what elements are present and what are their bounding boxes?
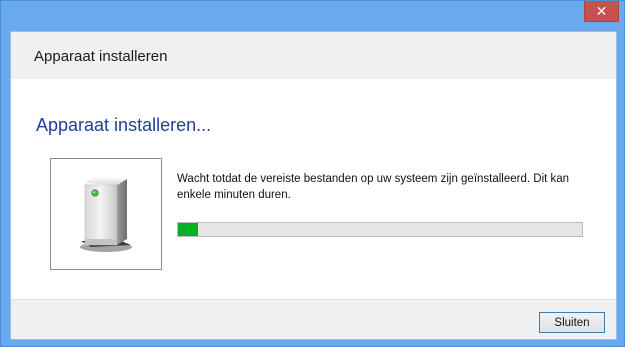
content-area: Apparaat installeren... Wacht totdat de … bbox=[10, 79, 617, 299]
close-button[interactable]: Sluiten bbox=[539, 312, 605, 333]
footer: Sluiten bbox=[10, 299, 617, 340]
device-icon bbox=[80, 177, 132, 252]
window-title: Apparaat installeren bbox=[34, 48, 168, 65]
install-progress-bar bbox=[177, 222, 583, 237]
page-heading: Apparaat installeren... bbox=[36, 115, 212, 135]
status-message: Wacht totdat de vereiste bestanden op uw… bbox=[177, 173, 570, 201]
close-icon: ✕ bbox=[595, 2, 608, 19]
installer-window: ✕ Apparaat installeren Apparaat installe… bbox=[0, 0, 625, 347]
progress-fill bbox=[178, 223, 199, 236]
device-image-frame bbox=[50, 158, 162, 270]
window-close-button[interactable]: ✕ bbox=[584, 1, 619, 22]
title-bar[interactable]: ✕ bbox=[1, 1, 624, 31]
header-area: Apparaat installeren bbox=[10, 31, 617, 80]
